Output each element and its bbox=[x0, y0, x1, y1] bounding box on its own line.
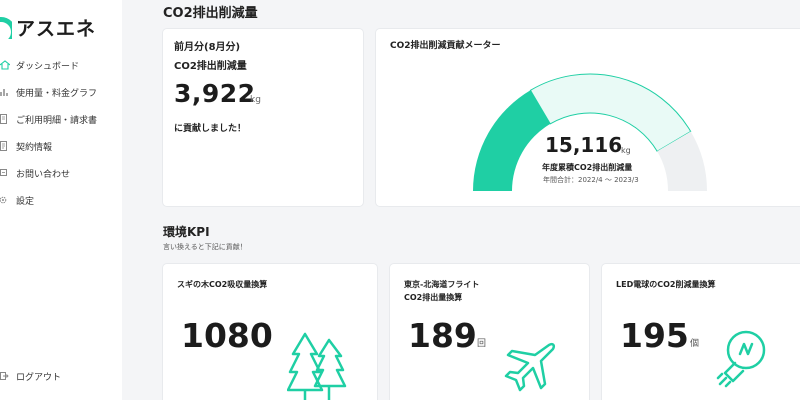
kpi-value: 1080 bbox=[181, 316, 273, 355]
bar-chart-icon bbox=[0, 86, 10, 98]
sidebar-item-label: ご利用明細・請求書 bbox=[16, 115, 98, 126]
trees-icon bbox=[287, 332, 347, 400]
contribution-message: に貢献しました！ bbox=[174, 124, 247, 134]
kpi-card-led: LED電球のCO2削減量換算 195 個 bbox=[602, 264, 800, 400]
meter-unit: kg bbox=[621, 146, 631, 155]
kpi-card-cedar: スギの木CO2吸収量換算 1080 bbox=[163, 264, 377, 400]
logout-button[interactable]: ログアウト bbox=[0, 366, 61, 386]
home-icon bbox=[0, 59, 10, 71]
kpi-card-flight: 東京-北海道フライト CO2排出量換算 189 回 bbox=[390, 264, 589, 400]
sidebar-item-label: お問い合わせ bbox=[16, 169, 71, 180]
gear-icon bbox=[0, 194, 10, 206]
monthly-reduction-card: 前月分(8月分) CO2排出削減量 3,922 kg に貢献しました！ bbox=[163, 29, 363, 206]
meter-value: 15,116 bbox=[545, 133, 623, 157]
document-icon bbox=[0, 113, 10, 125]
sidebar-item-label: 設定 bbox=[16, 196, 35, 207]
sidebar-item-contract[interactable]: 契約情報 bbox=[0, 136, 52, 156]
page-title: CO2排出削減量 bbox=[163, 6, 258, 21]
monthly-period-label: 前月分(8月分) bbox=[174, 42, 241, 53]
logout-icon bbox=[0, 370, 10, 382]
sidebar-item-settings[interactable]: 設定 bbox=[0, 190, 34, 210]
sidebar: アスエネ ダッシュボード 使用量・料金グラフ ご利用明細・請求書 契約情報 お問… bbox=[0, 0, 122, 400]
sidebar-item-label: ダッシュボード bbox=[16, 61, 80, 72]
reduction-meter-card: CO2排出削減貢献メーター 15,116 kg 年度累積CO2排出削減量 年間合… bbox=[376, 29, 800, 206]
lightbulb-icon bbox=[716, 330, 766, 388]
sidebar-item-dashboard[interactable]: ダッシュボード bbox=[0, 55, 79, 75]
sidebar-item-label: 契約情報 bbox=[16, 142, 53, 153]
kpi-title: 東京-北海道フライト CO2排出量換算 bbox=[404, 280, 480, 302]
gauge-segment-1 bbox=[473, 90, 551, 191]
monthly-reduction-unit: kg bbox=[250, 95, 261, 105]
kpi-unit: 個 bbox=[690, 339, 700, 349]
sidebar-item-contact[interactable]: お問い合わせ bbox=[0, 163, 70, 183]
kpi-title: スギの木CO2吸収量換算 bbox=[177, 280, 268, 289]
sidebar-item-label: 使用量・料金グラフ bbox=[16, 88, 98, 99]
kpi-value: 189 bbox=[408, 316, 477, 355]
meter-caption: 年度累積CO2排出削減量 bbox=[542, 163, 633, 172]
logo-mark-icon bbox=[0, 15, 12, 39]
kpi-section-subtitle: 言い換えると下記に貢献！ bbox=[163, 243, 247, 251]
kpi-section-title: 環境KPI bbox=[163, 225, 210, 239]
airplane-icon bbox=[504, 342, 556, 392]
meter-period: 年間合計：2022/4 ～ 2023/3 bbox=[543, 176, 639, 184]
brand-name: アスエネ bbox=[16, 17, 97, 40]
monthly-reduction-value: 3,922 bbox=[174, 79, 256, 108]
contract-icon bbox=[0, 140, 10, 152]
sidebar-item-usage-graph[interactable]: 使用量・料金グラフ bbox=[0, 82, 97, 102]
kpi-unit: 回 bbox=[477, 339, 487, 349]
monthly-metric-label: CO2排出削減量 bbox=[174, 61, 247, 72]
logout-label: ログアウト bbox=[16, 372, 62, 383]
chat-icon bbox=[0, 167, 10, 179]
brand-logo[interactable]: アスエネ bbox=[0, 12, 96, 42]
kpi-value: 195 bbox=[620, 316, 689, 355]
kpi-title: LED電球のCO2削減量換算 bbox=[616, 280, 716, 289]
sidebar-item-statements[interactable]: ご利用明細・請求書 bbox=[0, 109, 97, 129]
